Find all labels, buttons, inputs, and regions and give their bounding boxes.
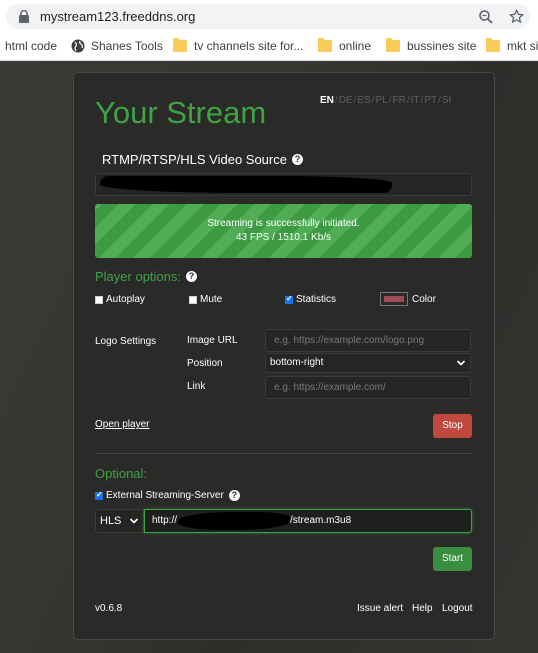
video-source-input[interactable] (95, 173, 472, 196)
color-picker[interactable] (380, 292, 408, 306)
statistics-option[interactable]: Statistics (285, 294, 336, 305)
player-options-heading: Player options: ? (95, 269, 197, 284)
help-link[interactable]: Help (412, 603, 433, 614)
help-icon[interactable]: ? (291, 154, 303, 165)
optional-heading: Optional: (95, 466, 148, 481)
link-label: Link (187, 381, 206, 392)
stream-card: Your Stream EN/DE/ES/PL/FR/IT/PT/SI RTMP… (73, 72, 495, 640)
lang-de[interactable]: DE (339, 95, 353, 106)
image-url-label: Image URL (187, 335, 238, 346)
lang-fr[interactable]: FR (393, 95, 406, 106)
url-text: mystream123.freeddns.org (40, 9, 196, 24)
help-icon[interactable]: ? (228, 490, 240, 501)
version-label: v0.6.8 (95, 603, 123, 614)
page-title: Your Stream (95, 95, 267, 130)
bookmark-star-icon[interactable] (508, 8, 525, 25)
folder-icon (386, 38, 400, 52)
server-url-input[interactable]: http:// /stream.m3u8 (144, 509, 472, 533)
logout-link[interactable]: Logout (442, 603, 473, 614)
lang-it[interactable]: IT (411, 95, 420, 106)
zoom-icon[interactable] (478, 9, 494, 25)
lock-icon (19, 10, 29, 23)
bookmark-online[interactable]: online (318, 38, 371, 53)
open-player-link[interactable]: Open player (95, 419, 149, 430)
help-icon[interactable]: ? (186, 271, 197, 282)
folder-icon (173, 38, 187, 52)
bookmark-tv-channels[interactable]: tv channels site for... (173, 38, 303, 53)
chevron-down-icon (129, 518, 139, 524)
mute-checkbox[interactable] (189, 295, 197, 304)
position-label: Position (187, 358, 223, 369)
lang-pt[interactable]: PT (424, 95, 437, 106)
autoplay-checkbox[interactable] (95, 295, 103, 304)
stop-button[interactable]: Stop (433, 414, 472, 438)
bookmark-bussines-site[interactable]: bussines site (386, 38, 476, 53)
divider (95, 453, 472, 454)
image-url-input[interactable]: e.g. https://example.com/logo.png (265, 329, 471, 352)
logo-link-input[interactable]: e.g. https://example.com/ (265, 376, 471, 399)
chevron-down-icon (456, 360, 466, 366)
lang-pl[interactable]: PL (376, 95, 388, 106)
mute-option[interactable]: Mute (189, 294, 222, 305)
status-stats: 43 FPS / 1510.1 Kb/s (235, 232, 332, 243)
video-source-label: RTMP/RTSP/HLS Video Source ? (102, 152, 303, 167)
start-button[interactable]: Start (433, 547, 472, 571)
autoplay-option[interactable]: Autoplay (95, 294, 145, 305)
redaction-mark (178, 512, 290, 530)
color-option[interactable]: Color (380, 292, 436, 306)
bookmarks-bar: html code Shanes Tools tv channels site … (0, 33, 538, 61)
protocol-select[interactable]: HLS (95, 509, 144, 533)
folder-icon (486, 38, 500, 52)
position-select[interactable]: bottom-right (265, 353, 471, 373)
status-message: Streaming is successfully initiated. (207, 218, 360, 229)
lang-si[interactable]: SI (442, 95, 451, 106)
bookmark-mkt-site[interactable]: mkt si (486, 38, 538, 53)
language-selector: EN/DE/ES/PL/FR/IT/PT/SI (320, 95, 452, 106)
statistics-checkbox[interactable] (285, 294, 293, 304)
address-bar[interactable]: mystream123.freeddns.org (6, 4, 530, 29)
issue-alert-link[interactable]: Issue alert (357, 603, 403, 614)
folder-icon (318, 38, 332, 52)
redaction-mark (100, 176, 392, 193)
status-banner: Streaming is successfully initiated. 43 … (95, 204, 472, 258)
browser-url-bar: mystream123.freeddns.org (0, 0, 538, 33)
bookmark-html-code[interactable]: html code (5, 39, 57, 53)
logo-settings-label: Logo Settings (95, 336, 157, 347)
lang-en[interactable]: EN (320, 95, 334, 106)
external-server-option[interactable]: External Streaming-Server ? (95, 490, 240, 501)
external-server-checkbox[interactable] (95, 490, 103, 500)
bookmark-shanes-tools[interactable]: Shanes Tools (71, 39, 163, 53)
page-background: Your Stream EN/DE/ES/PL/FR/IT/PT/SI RTMP… (0, 62, 538, 653)
lang-es[interactable]: ES (357, 95, 370, 106)
globe-icon (71, 39, 85, 53)
